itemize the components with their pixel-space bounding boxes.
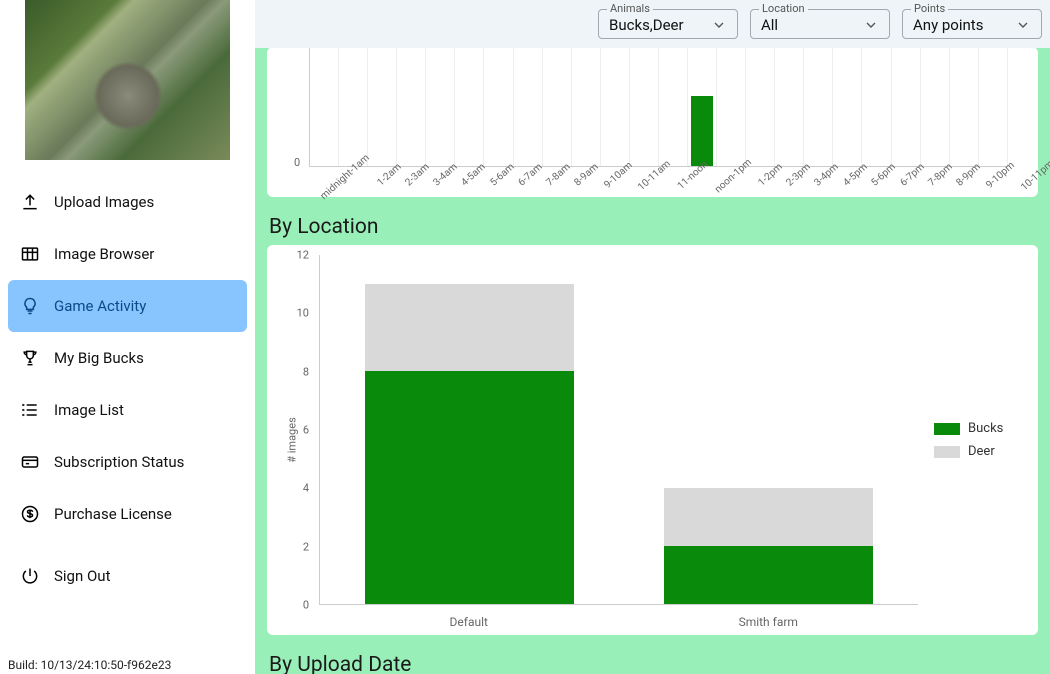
power-icon xyxy=(20,566,40,586)
chart-ytick: 10 xyxy=(297,307,309,320)
upload-icon xyxy=(20,192,40,212)
legend-label: Deer xyxy=(968,444,995,459)
chart-xtick: Smith farm xyxy=(619,615,919,629)
chart-bar-slot xyxy=(484,47,513,166)
chart-column xyxy=(320,255,619,604)
chart-bar-slot xyxy=(368,47,397,166)
filter-bar: Animals Bucks,Deer Location All Points A… xyxy=(255,0,1050,48)
nav-subscription-status[interactable]: Subscription Status xyxy=(8,436,247,488)
chart-bar-slot xyxy=(426,47,455,166)
points-filter-legend: Points xyxy=(911,2,948,15)
chart-ytick: 4 xyxy=(303,482,309,495)
nav-purchase-license[interactable]: Purchase License xyxy=(8,488,247,540)
hourly-chart-plot xyxy=(309,47,1008,167)
nav-game-activity[interactable]: Game Activity xyxy=(8,280,247,332)
chevron-down-icon xyxy=(1015,17,1031,33)
nav-sign-out[interactable]: Sign Out xyxy=(8,550,247,602)
nav-label: Image List xyxy=(54,401,124,419)
chart-xtick: 10-11pm xyxy=(1019,158,1050,193)
points-filter-value: Any points xyxy=(913,16,1015,34)
location-filter[interactable]: Location All xyxy=(750,9,890,39)
nav-list: Upload Images Image Browser Game Activit… xyxy=(0,176,255,602)
chart-bar-slot xyxy=(630,47,659,166)
chart-segment-deer xyxy=(664,488,873,546)
animals-filter-legend: Animals xyxy=(607,2,653,15)
location-chart-card: # images 024681012 DefaultSmith farm Buc… xyxy=(267,245,1038,635)
main-content: 0 midnight-1am1-2am2-3am3-4am4-5am5-6am6… xyxy=(255,0,1050,674)
chart-ytick: 6 xyxy=(303,424,309,437)
animals-filter[interactable]: Animals Bucks,Deer xyxy=(598,9,738,39)
chart-bar-slot xyxy=(455,47,484,166)
dollar-icon xyxy=(20,504,40,524)
chart-bar-slot xyxy=(833,47,862,166)
nav-label: Upload Images xyxy=(54,193,154,211)
legend-swatch-deer xyxy=(934,446,960,458)
trophy-icon xyxy=(20,348,40,368)
chart-ytick: 2 xyxy=(303,540,309,553)
chevron-down-icon xyxy=(711,17,727,33)
nav-label: Sign Out xyxy=(54,567,110,585)
chart-bar-slot xyxy=(339,47,368,166)
chart-bar xyxy=(691,96,713,166)
chart-ytick: 12 xyxy=(297,249,309,262)
legend-swatch-bucks xyxy=(934,423,960,435)
nav-image-list[interactable]: Image List xyxy=(8,384,247,436)
legend-deer: Deer xyxy=(934,444,1038,459)
chevron-down-icon xyxy=(863,17,879,33)
hourly-chart-xlabels: midnight-1am1-2am2-3am3-4am4-5am5-6am6-7… xyxy=(309,169,1008,180)
nav-label: Image Browser xyxy=(54,245,154,263)
chart-bar-slot xyxy=(979,47,1008,166)
legend-label: Bucks xyxy=(968,421,1003,436)
chart-ytick: 0 xyxy=(294,156,300,169)
chart-bar-slot xyxy=(397,47,426,166)
animals-filter-value: Bucks,Deer xyxy=(609,16,711,34)
chart-ytick: 0 xyxy=(303,599,309,612)
chart-bar-slot xyxy=(921,47,950,166)
section-title-location: By Location xyxy=(255,207,1050,245)
chart-segment-deer xyxy=(365,284,574,371)
points-filter[interactable]: Points Any points xyxy=(902,9,1042,39)
profile-image xyxy=(25,0,230,160)
chart-legend: Bucks Deer xyxy=(928,245,1038,635)
nav-my-big-bucks[interactable]: My Big Bucks xyxy=(8,332,247,384)
nav-upload-images[interactable]: Upload Images xyxy=(8,176,247,228)
nav-image-browser[interactable]: Image Browser xyxy=(8,228,247,280)
chart-segment-bucks xyxy=(664,546,873,604)
chart-bar-slot xyxy=(601,47,630,166)
chart-bar-slot xyxy=(688,47,717,166)
chart-bar-slot xyxy=(717,47,746,166)
chart-bar-slot xyxy=(862,47,891,166)
sidebar: Upload Images Image Browser Game Activit… xyxy=(0,0,255,674)
chart-bar-slot xyxy=(572,47,601,166)
chart-bar-slot xyxy=(892,47,921,166)
hourly-chart-card: 0 midnight-1am1-2am2-3am3-4am4-5am5-6am6… xyxy=(267,47,1038,197)
location-filter-legend: Location xyxy=(759,2,808,15)
legend-bucks: Bucks xyxy=(934,421,1038,436)
chart-bar-slot xyxy=(746,47,775,166)
grid-icon xyxy=(20,244,40,264)
chart-bar-slot xyxy=(659,47,688,166)
nav-label: Game Activity xyxy=(54,297,146,315)
chart-ytick: 8 xyxy=(303,365,309,378)
location-filter-value: All xyxy=(761,16,863,34)
chart-segment-bucks xyxy=(365,371,574,604)
build-label: Build: 10/13/24:10:50-f962e23 xyxy=(8,658,171,672)
section-title-upload-date: By Upload Date xyxy=(255,645,1050,674)
chart-bar-slot xyxy=(310,47,339,166)
nav-label: My Big Bucks xyxy=(54,349,144,367)
chart-xtick: Default xyxy=(319,615,619,629)
nav-label: Subscription Status xyxy=(54,453,184,471)
card-icon xyxy=(20,452,40,472)
location-chart-plot xyxy=(319,255,918,605)
chart-column xyxy=(619,255,918,604)
chart-bar-slot xyxy=(950,47,979,166)
bulb-icon xyxy=(20,296,40,316)
chart-bar-slot xyxy=(543,47,572,166)
list-icon xyxy=(20,400,40,420)
chart-bar-slot xyxy=(775,47,804,166)
chart-bar-slot xyxy=(514,47,543,166)
nav-label: Purchase License xyxy=(54,505,172,523)
chart-bar-slot xyxy=(804,47,833,166)
